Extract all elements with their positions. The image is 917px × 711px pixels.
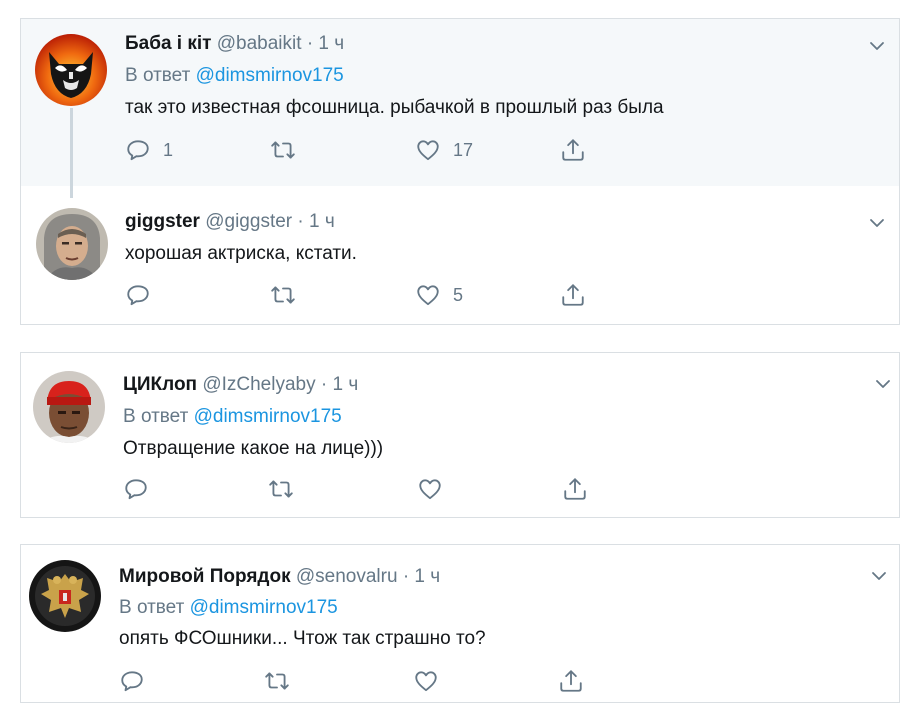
author-name[interactable]: giggster xyxy=(125,211,200,232)
author-handle[interactable]: @IzChelyaby xyxy=(202,374,315,395)
retweet-icon xyxy=(271,286,295,304)
timestamp[interactable]: · 1 ч xyxy=(307,33,344,54)
action-bar: 5 xyxy=(125,282,625,310)
action-bar xyxy=(123,476,623,504)
author-name[interactable]: Баба і кіт xyxy=(125,33,211,54)
mention-link[interactable]: @dimsmirnov175 xyxy=(190,597,338,618)
reply-context: В ответ @dimsmirnov175 xyxy=(123,405,342,429)
share-button[interactable] xyxy=(560,137,586,163)
tweet-card: ЦИКлоп @IzChelyaby · 1 ч В ответ @dimsmi… xyxy=(20,352,900,518)
retweet-icon xyxy=(265,672,289,690)
conversation-card: Баба і кіт @babaikit · 1 ч В ответ @dims… xyxy=(20,18,900,325)
share-icon xyxy=(562,139,584,161)
like-button[interactable] xyxy=(417,476,455,502)
chevron-down-icon[interactable] xyxy=(870,567,888,585)
share-button[interactable] xyxy=(558,668,584,694)
masked-cat-fire-avatar xyxy=(35,34,107,106)
like-icon xyxy=(419,479,441,500)
reply-count: 1 xyxy=(163,139,174,160)
thread-line xyxy=(70,108,73,198)
timestamp[interactable]: · 1 ч xyxy=(321,374,358,395)
like-button[interactable] xyxy=(413,668,451,694)
reply-icon xyxy=(127,140,149,161)
action-bar: 1 17 xyxy=(125,137,625,165)
reply-icon xyxy=(125,479,147,500)
chevron-down-icon[interactable] xyxy=(874,375,892,393)
tweet-text: опять ФСОшники... Чтож так страшно то? xyxy=(119,628,486,649)
author-handle[interactable]: @giggster xyxy=(205,211,292,232)
like-count: 17 xyxy=(453,139,474,160)
reply-button[interactable] xyxy=(119,668,157,694)
tweet-text: хорошая актриска, кстати. xyxy=(125,243,357,264)
reply-icon xyxy=(127,285,149,306)
like-icon xyxy=(417,285,439,306)
retweet-button[interactable] xyxy=(264,668,302,694)
reply-button[interactable]: 1 xyxy=(125,137,173,163)
author-name[interactable]: Мировой Порядок xyxy=(119,566,291,587)
action-bar xyxy=(119,668,619,696)
chevron-down-icon[interactable] xyxy=(868,214,886,232)
avatar[interactable] xyxy=(36,208,108,280)
retweet-button[interactable] xyxy=(270,137,308,163)
share-button[interactable] xyxy=(562,476,588,502)
tweet-text: так это известная фсошница. рыбачкой в п… xyxy=(125,97,664,118)
like-button[interactable]: 17 xyxy=(415,137,473,163)
tweet[interactable]: ЦИКлоп @IzChelyaby · 1 ч В ответ @dimsmi… xyxy=(21,353,899,519)
share-icon xyxy=(562,284,584,306)
like-icon xyxy=(415,671,437,692)
reply-button[interactable] xyxy=(123,476,161,502)
chevron-down-icon[interactable] xyxy=(868,37,886,55)
tweet[interactable]: giggster @giggster · 1 ч хорошая актриск… xyxy=(21,186,899,326)
tweet-text: Отвращение какое на лице))) xyxy=(123,438,384,459)
like-count: 5 xyxy=(453,284,464,305)
mention-link[interactable]: @dimsmirnov175 xyxy=(194,406,342,427)
like-icon xyxy=(417,140,439,161)
reply-prefix: В ответ xyxy=(123,406,189,427)
retweet-icon xyxy=(269,480,293,498)
retweet-button[interactable] xyxy=(270,282,308,308)
like-button[interactable]: 5 xyxy=(415,282,463,308)
reply-button[interactable] xyxy=(125,282,163,308)
russian-coat-of-arms-avatar xyxy=(29,560,101,632)
tweet-card: Мировой Порядок @senovalru · 1 ч В ответ… xyxy=(20,544,900,703)
timestamp[interactable]: · 1 ч xyxy=(297,211,334,232)
retweet-button[interactable] xyxy=(268,476,306,502)
tweet[interactable]: Мировой Порядок @senovalru · 1 ч В ответ… xyxy=(21,545,899,704)
timestamp[interactable]: · 1 ч xyxy=(403,566,440,587)
author-handle[interactable]: @senovalru xyxy=(296,566,398,587)
share-button[interactable] xyxy=(560,282,586,308)
avatar[interactable] xyxy=(35,34,107,106)
avatar[interactable] xyxy=(29,560,101,632)
retweet-icon xyxy=(271,141,295,159)
mention-link[interactable]: @dimsmirnov175 xyxy=(196,65,344,86)
reply-prefix: В ответ xyxy=(125,65,191,86)
share-icon xyxy=(560,670,582,692)
author-name[interactable]: ЦИКлоп xyxy=(123,374,197,395)
reply-context: В ответ @dimsmirnov175 xyxy=(119,596,338,620)
reply-icon xyxy=(121,671,143,692)
reply-prefix: В ответ xyxy=(119,597,185,618)
tweet[interactable]: Баба і кіт @babaikit · 1 ч В ответ @dims… xyxy=(21,19,899,186)
hooded-man-avatar xyxy=(36,208,108,280)
avatar[interactable] xyxy=(33,371,105,443)
reply-context: В ответ @dimsmirnov175 xyxy=(125,64,344,88)
man-red-bandana-avatar xyxy=(33,371,105,443)
share-icon xyxy=(564,478,586,500)
author-handle[interactable]: @babaikit xyxy=(217,33,302,54)
